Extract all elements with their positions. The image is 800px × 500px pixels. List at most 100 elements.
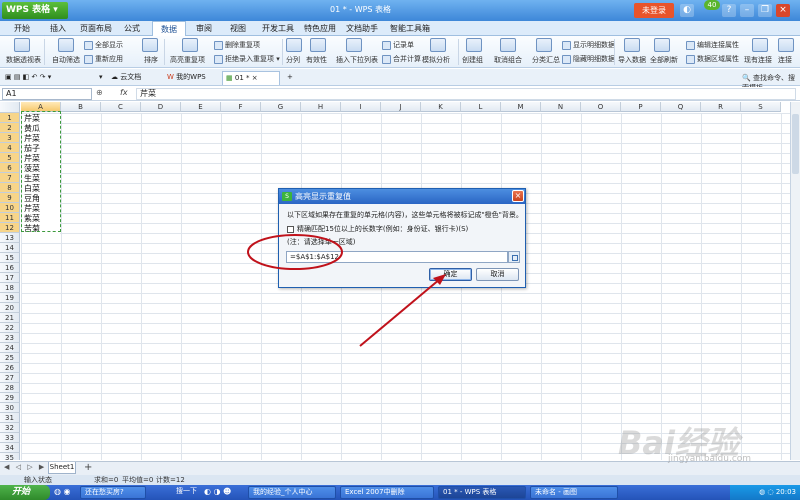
taskbar-item-paint[interactable]: 未命名 - 画图 <box>530 486 618 499</box>
name-box[interactable]: A1 <box>2 88 92 100</box>
select-all-corner[interactable] <box>0 102 20 113</box>
row-header-19[interactable]: 19 <box>0 293 20 303</box>
taskbar-item-excel-tutorial[interactable]: Excel 2007中删除 <box>340 486 434 499</box>
column-header-s[interactable]: S <box>741 102 781 112</box>
cell-a1[interactable]: 芹菜 <box>22 114 60 124</box>
skin-icon[interactable]: ◐ <box>680 4 694 17</box>
formula-input[interactable]: 芹菜 <box>136 88 796 100</box>
ok-button[interactable]: 确定 <box>429 268 472 281</box>
checkbox-box[interactable] <box>287 225 294 233</box>
tab-formula[interactable]: 公式 <box>124 23 140 34</box>
split-column-button[interactable]: 分列 <box>286 55 300 65</box>
column-header-i[interactable]: I <box>341 102 381 112</box>
scrollbar-thumb[interactable] <box>792 114 799 174</box>
cell-a2[interactable]: 黄瓜 <box>22 124 60 134</box>
tab-developer[interactable]: 开发工具 <box>262 23 294 34</box>
column-header-m[interactable]: M <box>501 102 541 112</box>
column-header-f[interactable]: F <box>221 102 261 112</box>
column-header-c[interactable]: C <box>101 102 141 112</box>
tab-review[interactable]: 审阅 <box>196 23 212 34</box>
zoom-icon[interactable]: ⊕ <box>96 88 103 97</box>
cell-a12[interactable]: 苦菊 <box>22 224 60 234</box>
row-header-26[interactable]: 26 <box>0 363 20 373</box>
quick-access-toolbar[interactable]: ▣ ▤ ◧ ↶ ↷ ▾ <box>2 71 88 85</box>
pivot-table-button[interactable]: 数据透视表 <box>6 55 41 65</box>
refresh-all-button[interactable]: 全部刷新 <box>650 55 678 65</box>
row-header-9[interactable]: 9 <box>0 193 20 203</box>
subtotal-button[interactable]: 分类汇总 <box>532 55 560 65</box>
row-header-16[interactable]: 16 <box>0 263 20 273</box>
row-header-14[interactable]: 14 <box>0 243 20 253</box>
taskbar-item-wps[interactable]: 01 * - WPS 表格 <box>438 486 526 499</box>
column-header-r[interactable]: R <box>701 102 741 112</box>
row-header-25[interactable]: 25 <box>0 353 20 363</box>
row-header-27[interactable]: 27 <box>0 373 20 383</box>
cell-a5[interactable]: 芹菜 <box>22 154 60 164</box>
cell-a9[interactable]: 豆角 <box>22 194 60 204</box>
tab-current-document[interactable]: ▦ 01 * × <box>222 71 280 85</box>
cell-a7[interactable]: 生菜 <box>22 174 60 184</box>
row-header-6[interactable]: 6 <box>0 163 20 173</box>
restore-button[interactable]: ❐ <box>758 4 772 17</box>
help-icon[interactable]: ? <box>722 4 736 17</box>
insert-dropdown-button[interactable]: 插入下拉列表 <box>336 55 378 65</box>
tray-icons[interactable]: ◍ ◌ <box>759 488 776 496</box>
column-header-a[interactable]: A <box>21 102 61 112</box>
row-header-29[interactable]: 29 <box>0 393 20 403</box>
create-group-button[interactable]: 创建组 <box>462 55 483 65</box>
row-header-2[interactable]: 2 <box>0 123 20 133</box>
fx-icon[interactable]: fx <box>120 88 128 97</box>
new-tab-button[interactable]: + <box>284 71 296 85</box>
dialog-close-button[interactable]: × <box>512 190 524 202</box>
row-header-28[interactable]: 28 <box>0 383 20 393</box>
row-header-3[interactable]: 3 <box>0 133 20 143</box>
simulate-button[interactable]: 模拟分析 <box>422 55 450 65</box>
tab-start[interactable]: 开始 <box>14 23 30 34</box>
connect-button[interactable]: 连接 <box>778 55 792 65</box>
row-header-32[interactable]: 32 <box>0 423 20 433</box>
reject-duplicates-button[interactable]: 拒绝录入重复项 ▾ <box>214 54 280 64</box>
start-button[interactable]: 开始 <box>0 485 50 500</box>
column-header-k[interactable]: K <box>421 102 461 112</box>
column-header-o[interactable]: O <box>581 102 621 112</box>
cancel-group-button[interactable]: 取消组合 <box>494 55 522 65</box>
row-header-15[interactable]: 15 <box>0 253 20 263</box>
validity-button[interactable]: 有效性 <box>306 55 327 65</box>
column-header-q[interactable]: Q <box>661 102 701 112</box>
close-button[interactable]: × <box>776 4 790 17</box>
row-header-7[interactable]: 7 <box>0 173 20 183</box>
exact-match-checkbox[interactable]: 精确匹配15位以上的长数字(例如：身份证、银行卡)(S) <box>287 224 468 234</box>
row-header-10[interactable]: 10 <box>0 203 20 213</box>
taskbar-item-ad[interactable]: 还在愁买房? <box>80 486 146 499</box>
show-all-button[interactable]: 全部显示 <box>84 40 123 50</box>
tab-insert[interactable]: 插入 <box>50 23 66 34</box>
auto-filter-button[interactable]: 自动筛选 <box>52 55 80 65</box>
row-header-4[interactable]: 4 <box>0 143 20 153</box>
cell-a6[interactable]: 菠菜 <box>22 164 60 174</box>
taskbar-item-search[interactable]: 搜一下 <box>172 486 200 499</box>
range-input[interactable]: =$A$1:$A$12 <box>286 251 508 263</box>
row-header-17[interactable]: 17 <box>0 273 20 283</box>
import-data-button[interactable]: 导入数据 <box>618 55 646 65</box>
reapply-button[interactable]: 重新应用 <box>84 54 123 64</box>
add-sheet-button[interactable]: + <box>84 462 92 474</box>
row-header-20[interactable]: 20 <box>0 303 20 313</box>
sheet-tab-sheet1[interactable]: Sheet1 <box>48 462 76 474</box>
hide-detail-button[interactable]: 隐藏明细数据 <box>562 54 615 64</box>
tab-view[interactable]: 视图 <box>230 23 246 34</box>
row-header-31[interactable]: 31 <box>0 413 20 423</box>
tray-quick-icons[interactable]: ◐ ◑ ☻ <box>204 487 231 496</box>
column-header-p[interactable]: P <box>621 102 661 112</box>
cancel-button[interactable]: 取消 <box>476 268 519 281</box>
column-header-e[interactable]: E <box>181 102 221 112</box>
sort-button[interactable]: 排序 <box>144 55 158 65</box>
cell-a3[interactable]: 芹菜 <box>22 134 60 144</box>
taskbar-item-baidu[interactable]: 我的经验_个人中心 <box>248 486 336 499</box>
quicklaunch-icons[interactable]: ◍ ◉ <box>54 487 71 496</box>
tab-cloud-docs[interactable]: ☁ 云文档 <box>108 71 164 85</box>
tab-doc-assistant[interactable]: 文档助手 <box>346 23 378 34</box>
column-header-j[interactable]: J <box>381 102 421 112</box>
row-header-35[interactable]: 35 <box>0 453 20 460</box>
row-header-22[interactable]: 22 <box>0 323 20 333</box>
row-header-1[interactable]: 1 <box>0 113 20 123</box>
